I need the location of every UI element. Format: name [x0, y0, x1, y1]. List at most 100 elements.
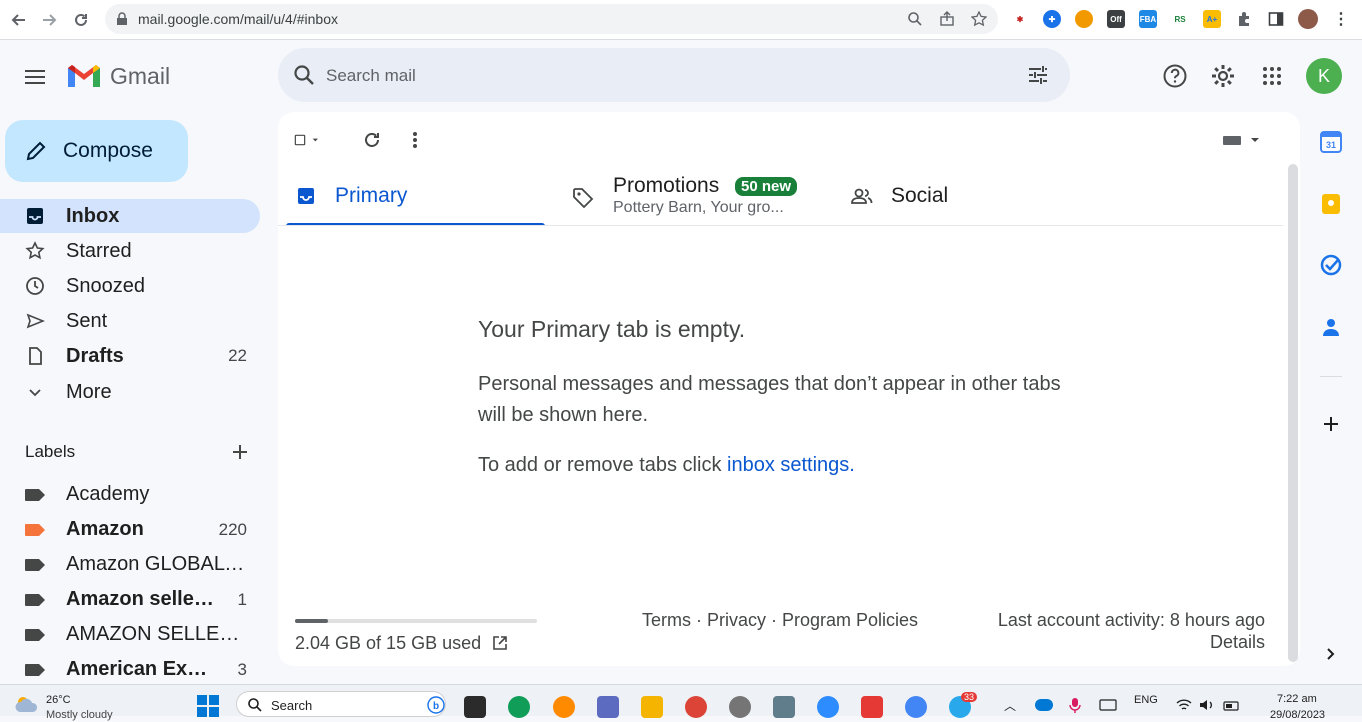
search-input[interactable]: Search mail — [326, 66, 416, 86]
bookmark-star-icon[interactable] — [970, 10, 988, 28]
calculator-icon[interactable] — [597, 696, 619, 718]
extension-icon[interactable]: A+ — [1203, 10, 1221, 28]
gmail-m-icon — [68, 65, 100, 87]
nav-item-sent[interactable]: Sent — [0, 304, 260, 338]
details-link[interactable]: Details — [1210, 632, 1265, 653]
account-avatar[interactable]: K — [1306, 58, 1342, 94]
tab-primary[interactable]: Primary — [286, 164, 545, 226]
keyboard-icon[interactable] — [1099, 698, 1117, 716]
label-item[interactable]: Amazon seller central 1 — [0, 582, 260, 616]
zoom-app-icon[interactable] — [817, 696, 839, 718]
nav-label: Starred — [66, 239, 132, 262]
clock-time[interactable]: 7:22 am — [1277, 693, 1317, 705]
keep-icon[interactable] — [1318, 191, 1344, 217]
label-item[interactable]: Academy — [0, 477, 260, 511]
task-view-icon[interactable] — [464, 696, 486, 718]
microphone-icon[interactable] — [1069, 697, 1081, 713]
puzzle-icon[interactable] — [1235, 10, 1253, 28]
tab-snippet: Pottery Barn, Your gro... — [613, 199, 784, 216]
refresh-icon[interactable] — [360, 128, 384, 152]
nav-item-inbox[interactable]: Inbox — [0, 199, 260, 233]
add-addon-icon[interactable] — [1318, 411, 1344, 437]
extension-icon[interactable]: ✚ — [1043, 10, 1061, 28]
label-item[interactable]: Amazon GLOBAL SELLING — [0, 547, 260, 581]
nav-item-starred[interactable]: Starred — [0, 234, 260, 268]
label-item[interactable]: AMAZON SELLER CENTRAL — [0, 617, 260, 651]
url-text: mail.google.com/mail/u/4/#inbox — [138, 11, 338, 27]
footer-links[interactable]: Terms · Privacy · Program Policies — [642, 610, 918, 631]
label-count: 3 — [237, 660, 247, 679]
zoom-icon[interactable] — [906, 10, 924, 28]
keyboard-icon[interactable] — [1221, 128, 1261, 152]
extension-icon[interactable]: RS — [1171, 10, 1189, 28]
nav-count: 22 — [228, 346, 247, 365]
settings-app-icon[interactable] — [729, 696, 751, 718]
address-bar[interactable]: mail.google.com/mail/u/4/#inbox — [105, 4, 998, 34]
file-explorer-icon[interactable] — [641, 696, 663, 718]
label-item[interactable]: American Express 3 — [0, 652, 260, 686]
clock-date[interactable]: 29/08/2023 — [1270, 709, 1325, 721]
settings-gear-icon[interactable] — [1209, 62, 1237, 90]
extension-icon[interactable]: Off — [1107, 10, 1125, 28]
app-icon[interactable] — [553, 696, 575, 718]
profile-icon[interactable] — [1298, 9, 1318, 29]
wps-office-icon[interactable] — [861, 696, 883, 718]
nav-item-snoozed[interactable]: Snoozed — [0, 269, 260, 303]
kebab-menu-icon[interactable]: ⋮ — [1332, 10, 1350, 28]
nav-item-more[interactable]: More — [0, 375, 260, 409]
side-panel-icon[interactable] — [1267, 10, 1285, 28]
compose-button[interactable]: Compose — [5, 120, 188, 182]
onedrive-icon[interactable] — [1035, 699, 1053, 711]
extension-icon[interactable]: FBA — [1139, 10, 1157, 28]
open-external-icon[interactable] — [492, 635, 508, 651]
search-icon[interactable] — [292, 63, 316, 92]
taskbar-search[interactable]: Search b — [236, 691, 446, 717]
windows-start-icon[interactable] — [197, 695, 219, 722]
label-name: Amazon seller central — [66, 588, 216, 610]
edge-browser-icon[interactable] — [508, 696, 530, 718]
lock-icon[interactable] — [113, 10, 131, 28]
empty-state-title: Your Primary tab is empty. — [478, 316, 746, 342]
tab-promotions[interactable]: Promotions 50 new Pottery Barn, Your gro… — [555, 164, 835, 226]
tab-label: Social — [891, 184, 949, 207]
chrome-profile-icon[interactable] — [905, 696, 927, 718]
chevron-up-icon[interactable]: ︿ — [1004, 697, 1016, 714]
scrollbar[interactable] — [1288, 164, 1298, 662]
label-item[interactable]: Amazon 220 — [0, 512, 260, 546]
storage-meter-fill — [295, 619, 328, 623]
select-checkbox-icon[interactable] — [294, 128, 318, 152]
more-options-icon[interactable] — [403, 128, 427, 152]
help-icon[interactable] — [1161, 62, 1189, 90]
camera-icon[interactable] — [773, 696, 795, 718]
tab-social[interactable]: Social — [835, 164, 1075, 226]
back-icon[interactable] — [8, 9, 30, 31]
chrome-icon[interactable] — [685, 696, 707, 718]
add-label-icon[interactable] — [229, 441, 251, 463]
apps-grid-icon[interactable] — [1258, 62, 1286, 90]
extension-icon[interactable] — [1075, 10, 1093, 28]
temperature: 26°C — [46, 694, 71, 706]
forward-icon[interactable] — [38, 9, 60, 31]
gmail-logo[interactable]: Gmail — [66, 62, 170, 90]
inbox-settings-link[interactable]: inbox settings — [727, 454, 849, 476]
main-menu-icon[interactable] — [20, 62, 50, 92]
contacts-icon[interactable] — [1318, 314, 1344, 340]
wifi-icon[interactable] — [1176, 698, 1192, 717]
label-count: 220 — [218, 520, 247, 539]
chevron-down-icon — [24, 381, 46, 403]
draft-icon — [24, 345, 46, 367]
nav-item-drafts[interactable]: Drafts 22 — [0, 339, 260, 373]
search-options-icon[interactable] — [1026, 63, 1050, 92]
tasks-icon[interactable] — [1318, 252, 1344, 278]
storage-usage[interactable]: 2.04 GB of 15 GB used — [295, 633, 508, 654]
chevron-right-icon[interactable] — [1318, 641, 1344, 667]
share-icon[interactable] — [938, 10, 956, 28]
search-bar[interactable]: Search mail — [278, 48, 1070, 102]
calendar-icon[interactable]: 31 — [1318, 129, 1344, 155]
extension-icon[interactable]: ✱ — [1011, 10, 1029, 28]
bing-icon: b — [427, 696, 445, 714]
battery-icon[interactable] — [1223, 699, 1241, 717]
reload-icon[interactable] — [70, 9, 92, 31]
language-indicator[interactable]: ENG — [1134, 694, 1158, 706]
volume-icon[interactable] — [1199, 698, 1215, 717]
